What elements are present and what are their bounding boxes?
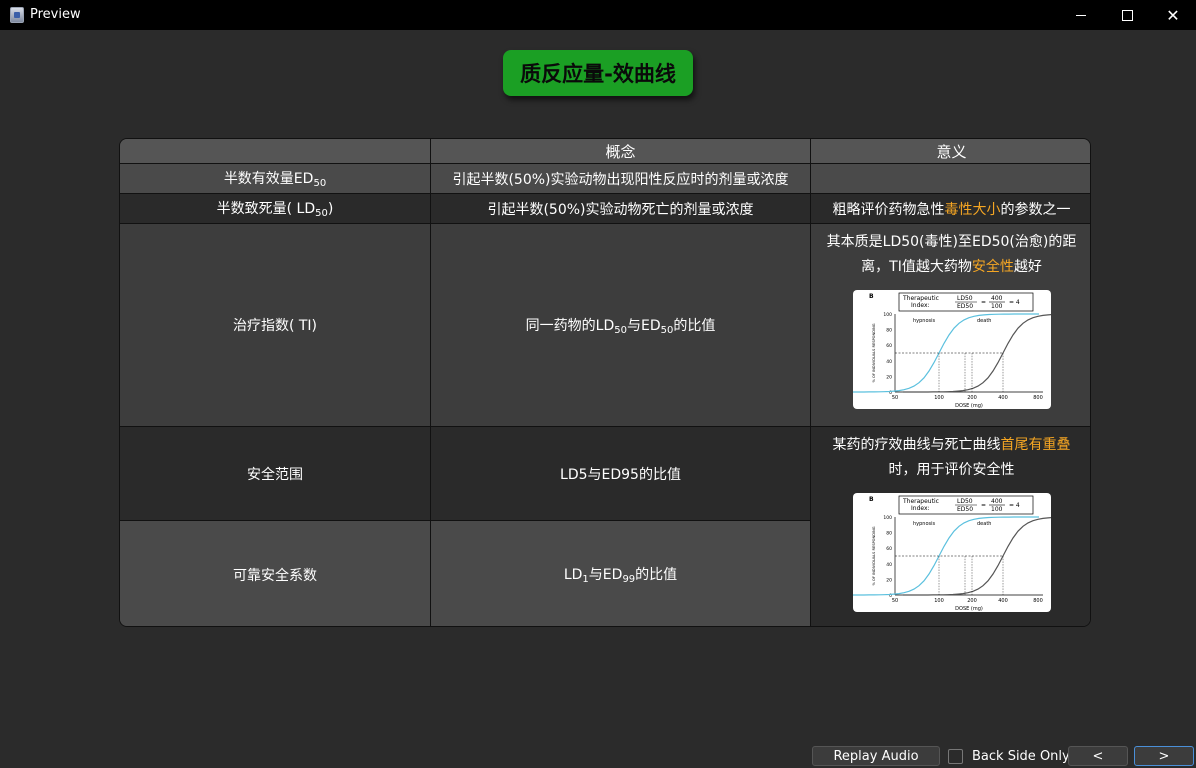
close-icon: ✕ bbox=[1166, 5, 1180, 25]
app-icon bbox=[10, 7, 24, 23]
index-label-1: Therapeutic bbox=[902, 295, 939, 302]
row-ti-name: 治疗指数( TI) bbox=[120, 224, 431, 427]
row-certain-safety-concept: LD1与ED99的比值 bbox=[431, 521, 811, 626]
x-tick-label: 200 bbox=[967, 395, 977, 401]
dose-response-figure: B Therapeutic Index: LD50 ED50 = 400 100 = 4 100 8… bbox=[852, 290, 1051, 409]
comparison-table: 概念 意义 半数有效量ED50 引起半数(50%)实验动物出现阳性反应时的剂量或… bbox=[119, 138, 1091, 627]
x-tick-label: 800 bbox=[1033, 395, 1043, 401]
title-bar: Preview ✕ bbox=[0, 0, 1196, 30]
row-ld50-meaning: 粗略评价药物急性毒性大小的参数之一 bbox=[811, 194, 1090, 224]
row-ti-concept: 同一药物的LD50与ED50的比值 bbox=[431, 224, 811, 427]
num-bottom: 100 bbox=[991, 506, 1003, 513]
y-tick-label: 40 bbox=[886, 359, 892, 365]
dose-response-svg: B TherapeuticIndex:LD50ED50=400100= 41008… bbox=[852, 495, 1051, 612]
y-tick-label: 20 bbox=[886, 374, 892, 380]
row-safety-range-concept: LD5与ED95的比值 bbox=[431, 427, 811, 521]
header-cell-meaning: 意义 bbox=[811, 139, 1090, 164]
row-ld50-name: 半数致死量( LD50) bbox=[120, 194, 431, 224]
x-tick-label: 400 bbox=[998, 598, 1008, 604]
row-certain-safety-concept-text: LD1与ED99的比值 bbox=[563, 567, 678, 585]
index-result: = 4 bbox=[1009, 299, 1020, 306]
replay-audio-button[interactable]: Replay Audio bbox=[812, 746, 940, 766]
y-axis-label: % OF INDIVIDUALS RESPONDING bbox=[872, 323, 876, 382]
x-axis-label: DOSE (mg) bbox=[955, 606, 983, 612]
dose-response-figure: B Therapeutic Index: LD50 ED50 = 400 100 = 4 100 8… bbox=[852, 493, 1051, 612]
row-ti-meaning: 其本质是LD50(毒性)至ED50(治愈)的距离，TI值越大药物安全性越好 B T… bbox=[811, 224, 1090, 427]
page-title: 质反应量-效曲线 bbox=[503, 50, 693, 96]
frac-top: LD50 bbox=[957, 498, 973, 505]
x-tick-label: 50 bbox=[891, 598, 897, 604]
bottom-bar: Replay Audio Back Side Only < > bbox=[0, 745, 1196, 768]
index-label-2: Index: bbox=[911, 505, 930, 512]
row-safety-meaning-text: 某药的疗效曲线与死亡曲线首尾有重叠时，用于评价安全性 bbox=[832, 437, 1071, 478]
y-tick-label: 40 bbox=[886, 562, 892, 568]
card-content: 质反应量-效曲线 概念 意义 半数有效量ED50 引起半数(50%)实验动物出现… bbox=[0, 30, 1196, 768]
frac-top: LD50 bbox=[957, 295, 973, 302]
row-ld50-concept: 引起半数(50%)实验动物死亡的剂量或浓度 bbox=[431, 194, 811, 224]
row-ld50-name-text: 半数致死量( LD50) bbox=[216, 201, 334, 219]
y-tick-label: 60 bbox=[886, 343, 892, 349]
hypnosis-label: hypnosis bbox=[913, 318, 936, 324]
death-label: death bbox=[977, 318, 991, 324]
panel-label: B bbox=[869, 293, 874, 300]
row-ti-concept-text: 同一药物的LD50与ED50的比值 bbox=[525, 317, 716, 336]
back-side-only-label: Back Side Only bbox=[972, 749, 1070, 764]
y-tick-label: 20 bbox=[886, 577, 892, 583]
x-tick-label: 800 bbox=[1033, 598, 1043, 604]
index-result: = 4 bbox=[1009, 502, 1020, 509]
maximize-button[interactable] bbox=[1104, 0, 1150, 30]
x-tick-label: 50 bbox=[891, 395, 897, 401]
row-ed50-meaning bbox=[811, 164, 1090, 194]
y-tick-label: 100 bbox=[883, 312, 892, 318]
preview-window: Preview ✕ 质反应量-效曲线 概念 意义 半数有效量ED50 引起半数(… bbox=[0, 0, 1196, 768]
close-button[interactable]: ✕ bbox=[1150, 0, 1196, 30]
minimize-icon bbox=[1076, 14, 1086, 16]
num-bottom: 100 bbox=[991, 303, 1003, 310]
index-label-2: Index: bbox=[911, 302, 930, 309]
y-tick-label: 80 bbox=[886, 328, 892, 334]
row-ed50-name: 半数有效量ED50 bbox=[120, 164, 431, 194]
row-safety-meaning: 某药的疗效曲线与死亡曲线首尾有重叠时，用于评价安全性 B Therapeutic I… bbox=[811, 427, 1090, 626]
frac-bottom: ED50 bbox=[957, 506, 973, 513]
row-ed50-concept: 引起半数(50%)实验动物出现阳性反应时的剂量或浓度 bbox=[431, 164, 811, 194]
row-certain-safety-name: 可靠安全系数 bbox=[120, 521, 431, 626]
hypnosis-label: hypnosis bbox=[913, 521, 936, 527]
header-cell-empty bbox=[120, 139, 431, 164]
back-side-only-checkbox[interactable] bbox=[948, 749, 963, 764]
x-tick-label: 200 bbox=[967, 598, 977, 604]
row-ld50-meaning-text: 粗略评价药物急性毒性大小的参数之一 bbox=[832, 201, 1071, 218]
equals-sign: = bbox=[981, 502, 986, 509]
y-tick-label: 80 bbox=[886, 531, 892, 537]
death-label: death bbox=[977, 521, 991, 527]
y-tick-label: 60 bbox=[886, 546, 892, 552]
frac-bottom: ED50 bbox=[957, 303, 973, 310]
num-top: 400 bbox=[991, 295, 1003, 302]
x-tick-label: 100 bbox=[934, 395, 944, 401]
y-axis-label: % OF INDIVIDUALS RESPONDING bbox=[872, 526, 876, 585]
minimize-button[interactable] bbox=[1058, 0, 1104, 30]
equals-sign: = bbox=[981, 299, 986, 306]
maximize-icon bbox=[1121, 9, 1133, 21]
header-cell-concept: 概念 bbox=[431, 139, 811, 164]
row-safety-range-name: 安全范围 bbox=[120, 427, 431, 521]
previous-button[interactable]: < bbox=[1068, 746, 1128, 766]
x-tick-label: 100 bbox=[934, 598, 944, 604]
next-button[interactable]: > bbox=[1134, 746, 1194, 766]
dose-response-svg: B TherapeuticIndex:LD50ED50=400100= 41008… bbox=[852, 292, 1051, 409]
panel-label: B bbox=[869, 496, 874, 503]
row-ti-meaning-text: 其本质是LD50(毒性)至ED50(治愈)的距离，TI值越大药物安全性越好 bbox=[826, 234, 1077, 275]
index-label-1: Therapeutic bbox=[902, 498, 939, 505]
x-tick-label: 400 bbox=[998, 395, 1008, 401]
window-title: Preview bbox=[30, 7, 81, 22]
y-tick-label: 100 bbox=[883, 515, 892, 521]
x-axis-label: DOSE (mg) bbox=[955, 403, 983, 409]
num-top: 400 bbox=[991, 498, 1003, 505]
row-ed50-name-text: 半数有效量ED50 bbox=[223, 171, 327, 189]
